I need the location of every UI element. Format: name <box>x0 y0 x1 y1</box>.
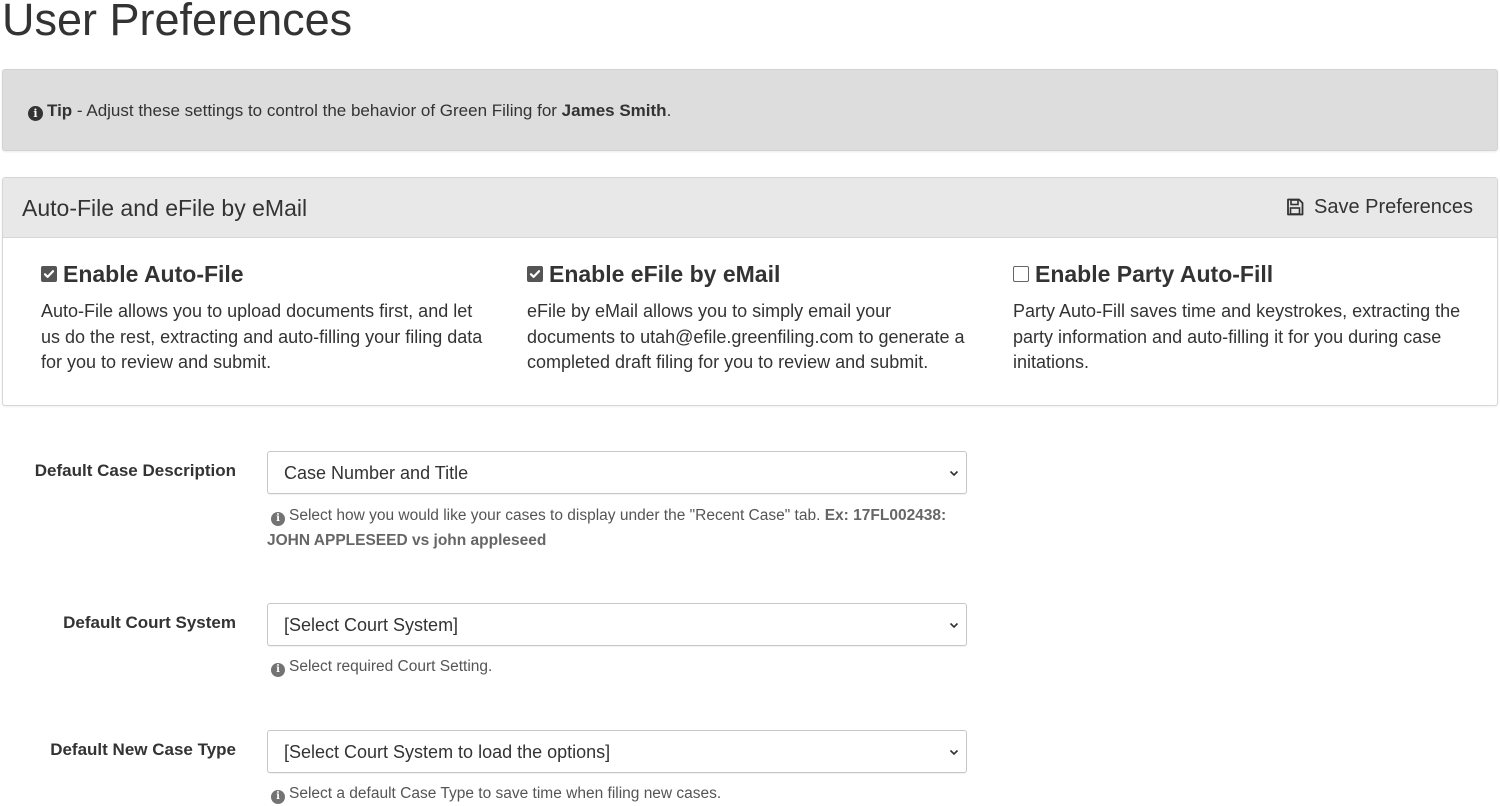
save-preferences-label: Save Preferences <box>1314 196 1473 218</box>
enable-efile-by-email-checkbox[interactable] <box>527 266 543 282</box>
auto-file-description: Auto-File allows you to upload documents… <box>41 301 483 372</box>
case-description-help-text: Select how you would like your cases to … <box>289 507 825 524</box>
tip-text: i Tip - Adjust these settings to control … <box>28 101 671 121</box>
chevron-down-icon <box>949 622 959 629</box>
new-case-type-help: i Select a default Case Type to save time… <box>267 781 957 806</box>
page-title: User Preferences <box>2 0 353 45</box>
save-icon <box>1287 198 1304 216</box>
case-description-help: i Select how you would like your cases to… <box>267 503 957 553</box>
panel-title: Auto-File and eFile by eMail <box>22 195 308 221</box>
option-auto-file: Enable Auto-File Auto-File allows you to… <box>41 261 491 376</box>
option-efile-by-email: Enable eFile by eMail eFile by eMail all… <box>527 261 977 376</box>
tip-user-name: James Smith <box>561 101 667 120</box>
chevron-down-icon <box>949 749 959 756</box>
tip-period: . <box>666 101 672 120</box>
enable-auto-file-checkbox[interactable] <box>41 266 57 282</box>
enable-efile-by-email-label: Enable eFile by eMail <box>549 261 781 287</box>
case-description-label: Default Case Description <box>34 461 236 480</box>
new-case-type-value: [Select Court System to load the options… <box>284 742 611 762</box>
tip-alert: i Tip - Adjust these settings to control … <box>2 69 1498 151</box>
save-preferences-button[interactable]: Save Preferences <box>1286 192 1473 222</box>
enable-party-auto-fill-label: Enable Party Auto-Fill <box>1035 261 1274 287</box>
enable-party-auto-fill-checkbox[interactable] <box>1013 266 1029 282</box>
party-auto-fill-description: Party Auto-Fill saves time and keystroke… <box>1013 301 1461 372</box>
court-system-help-text: Select required Court Setting. <box>289 658 493 675</box>
info-icon: i <box>28 106 43 121</box>
auto-file-panel: Auto-File and eFile by eMail Save Prefer… <box>2 177 1498 406</box>
info-icon: i <box>271 663 285 677</box>
new-case-type-select[interactable]: [Select Court System to load the options… <box>267 730 967 773</box>
case-description-select[interactable]: Case Number and Title <box>267 451 967 494</box>
enable-auto-file-label: Enable Auto-File <box>63 261 244 287</box>
panel-heading: Auto-File and eFile by eMail Save Prefer… <box>3 178 1497 238</box>
court-system-value: [Select Court System] <box>284 615 459 635</box>
chevron-down-icon <box>949 470 959 477</box>
tip-message: - Adjust these settings to control the b… <box>72 101 562 120</box>
tip-label: Tip <box>47 101 73 120</box>
efile-by-email-description: eFile by eMail allows you to simply emai… <box>527 301 965 372</box>
option-party-auto-fill: Enable Party Auto-Fill Party Auto-Fill s… <box>1013 261 1463 376</box>
court-system-help: i Select required Court Setting. <box>267 654 957 679</box>
new-case-type-help-text: Select a default Case Type to save time … <box>289 785 722 802</box>
new-case-type-label: Default New Case Type <box>50 740 236 759</box>
info-icon: i <box>271 512 285 526</box>
case-description-value: Case Number and Title <box>284 463 469 483</box>
court-system-select[interactable]: [Select Court System] <box>267 603 967 646</box>
court-system-label: Default Court System <box>63 613 236 632</box>
